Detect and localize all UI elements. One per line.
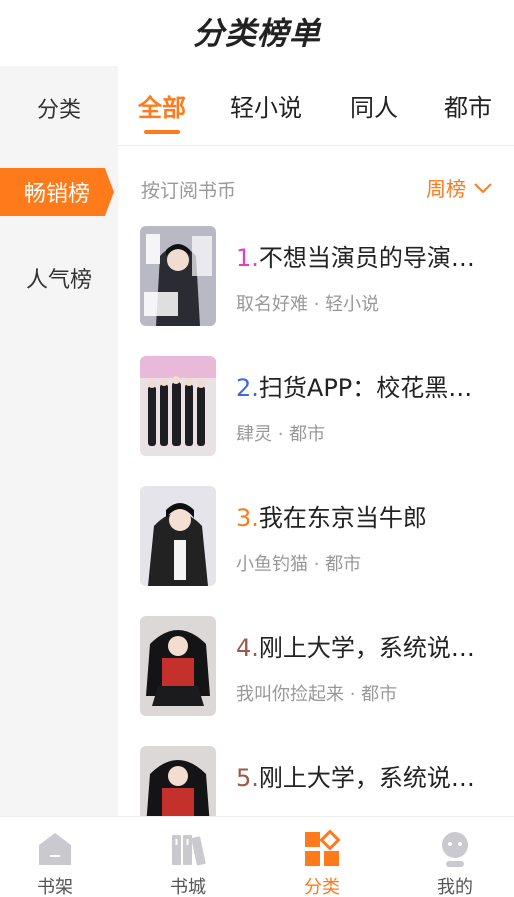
- book-item[interactable]: 5.刚上大学，系统说…: [140, 746, 500, 816]
- book-title: 2.扫货APP：校花黑…: [236, 374, 473, 402]
- bookstore-icon: [172, 835, 206, 866]
- tab-all[interactable]: 全部: [138, 88, 186, 123]
- ranking-main: 全部 轻小说 同人 都市 按订阅书币 周榜 1.不想当演员的导演… 取名好难 ·…: [118, 66, 514, 816]
- nav-profile[interactable]: 我的: [415, 823, 495, 897]
- book-item[interactable]: 3.我在东京当牛郎 小鱼钓猫 · 都市: [140, 486, 500, 586]
- book-meta: 小鱼钓猫 · 都市: [236, 554, 362, 575]
- book-rank: 3.: [236, 504, 259, 532]
- book-title: 4.刚上大学，系统说…: [236, 634, 475, 662]
- profile-icon: [442, 832, 468, 867]
- nav-label: 书架: [37, 877, 73, 897]
- book-rank: 5.: [236, 764, 259, 792]
- book-meta: 肆灵 · 都市: [236, 424, 326, 445]
- sort-label: 按订阅书币: [141, 180, 237, 202]
- sidebar-item-label: 畅销榜: [23, 182, 90, 207]
- app-header: 分类榜单: [0, 0, 514, 66]
- book-cover[interactable]: [140, 356, 216, 456]
- period-label: 周榜: [426, 177, 466, 201]
- book-title: 3.我在东京当牛郎: [236, 504, 427, 532]
- sidebar-item-label: 人气榜: [25, 268, 92, 293]
- book-cover[interactable]: [140, 486, 216, 586]
- book-item[interactable]: 4.刚上大学，系统说… 我叫你捡起来 · 都市: [140, 616, 500, 716]
- nav-bookshelf[interactable]: 书架: [15, 823, 95, 897]
- sidebar-item-category[interactable]: 分类: [0, 84, 118, 132]
- period-dropdown[interactable]: 周榜: [426, 173, 492, 202]
- book-cover[interactable]: [140, 616, 216, 716]
- nav-label: 书城: [170, 877, 206, 897]
- book-title: 5.刚上大学，系统说…: [236, 764, 475, 792]
- category-icon: [305, 829, 341, 866]
- book-item[interactable]: 2.扫货APP：校花黑… 肆灵 · 都市: [140, 356, 500, 456]
- book-cover[interactable]: [140, 226, 216, 326]
- tab-urban[interactable]: 都市: [444, 88, 492, 123]
- bookshelf-icon: [39, 833, 71, 865]
- ranking-sidebar: 分类 畅销榜 人气榜: [0, 66, 118, 816]
- book-title: 1.不想当演员的导演…: [236, 244, 475, 272]
- nav-label: 我的: [437, 877, 473, 897]
- active-tab-indicator: [144, 130, 180, 134]
- category-tabs: 全部 轻小说 同人 都市: [118, 66, 514, 146]
- sidebar-item-popularity[interactable]: 人气榜: [0, 254, 118, 302]
- book-rank: 2.: [236, 374, 259, 402]
- book-rank: 1.: [236, 244, 259, 272]
- page-title: 分类榜单: [193, 16, 321, 52]
- tab-light-novel[interactable]: 轻小说: [230, 88, 302, 123]
- book-meta: 我叫你捡起来 · 都市: [236, 684, 398, 705]
- nav-bookstore[interactable]: 书城: [148, 823, 228, 897]
- nav-category[interactable]: 分类: [282, 823, 362, 897]
- sidebar-item-label: 分类: [36, 98, 81, 123]
- bottom-nav: 书架 书城 分类 我的: [0, 816, 514, 897]
- nav-label: 分类: [304, 877, 340, 897]
- sidebar-item-bestseller[interactable]: 畅销榜: [0, 168, 114, 216]
- book-meta: 取名好难 · 轻小说: [236, 294, 380, 315]
- tab-fanfic[interactable]: 同人: [350, 88, 398, 123]
- book-cover[interactable]: [140, 746, 216, 816]
- book-rank: 4.: [236, 634, 259, 662]
- book-item[interactable]: 1.不想当演员的导演… 取名好难 · 轻小说: [140, 226, 500, 326]
- chevron-down-icon: [474, 182, 492, 193]
